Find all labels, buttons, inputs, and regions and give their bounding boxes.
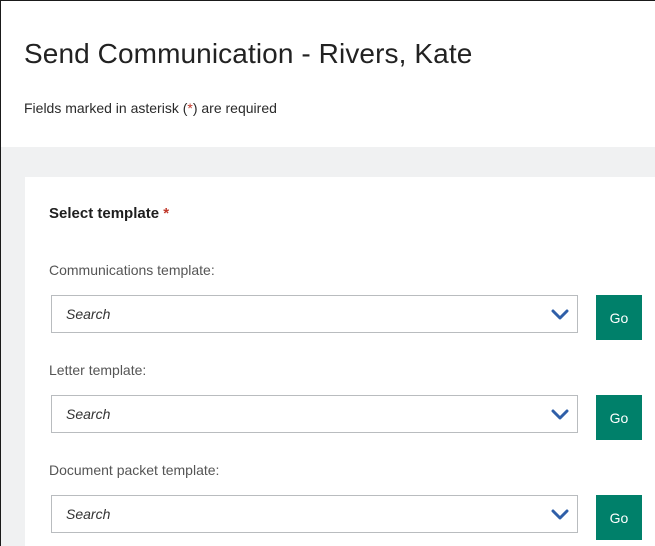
document-packet-template-label: Document packet template: bbox=[49, 462, 220, 478]
section-title: Select template * bbox=[49, 205, 169, 222]
content-area: Select template * Communications templat… bbox=[1, 147, 655, 546]
chevron-down-icon bbox=[551, 509, 569, 520]
required-note-prefix: Fields marked in asterisk ( bbox=[24, 100, 188, 116]
chevron-down-icon bbox=[551, 309, 569, 320]
section-required-asterisk: * bbox=[163, 205, 170, 222]
chevron-down-icon bbox=[551, 409, 569, 420]
document-packet-template-placeholder: Search bbox=[66, 506, 111, 522]
letter-go-button[interactable]: Go bbox=[596, 395, 642, 440]
document-packet-template-select[interactable]: Search bbox=[51, 495, 578, 533]
letter-template-placeholder: Search bbox=[66, 406, 111, 422]
required-note: Fields marked in asterisk (*) are requir… bbox=[24, 100, 277, 116]
page-header: Send Communication - Rivers, Kate Fields… bbox=[1, 1, 655, 147]
communications-template-label: Communications template: bbox=[49, 262, 215, 278]
window-frame: Send Communication - Rivers, Kate Fields… bbox=[0, 0, 655, 546]
required-note-suffix: ) are required bbox=[192, 100, 277, 116]
document-packet-go-button[interactable]: Go bbox=[596, 495, 642, 540]
page-title: Send Communication - Rivers, Kate bbox=[24, 38, 473, 69]
communications-template-select[interactable]: Search bbox=[51, 295, 578, 333]
communications-go-button[interactable]: Go bbox=[596, 295, 642, 340]
section-title-text: Select template bbox=[49, 205, 160, 222]
letter-template-select[interactable]: Search bbox=[51, 395, 578, 433]
template-selection-card: Select template * Communications templat… bbox=[25, 177, 655, 546]
letter-template-label: Letter template: bbox=[49, 362, 147, 378]
communications-template-placeholder: Search bbox=[66, 306, 111, 322]
